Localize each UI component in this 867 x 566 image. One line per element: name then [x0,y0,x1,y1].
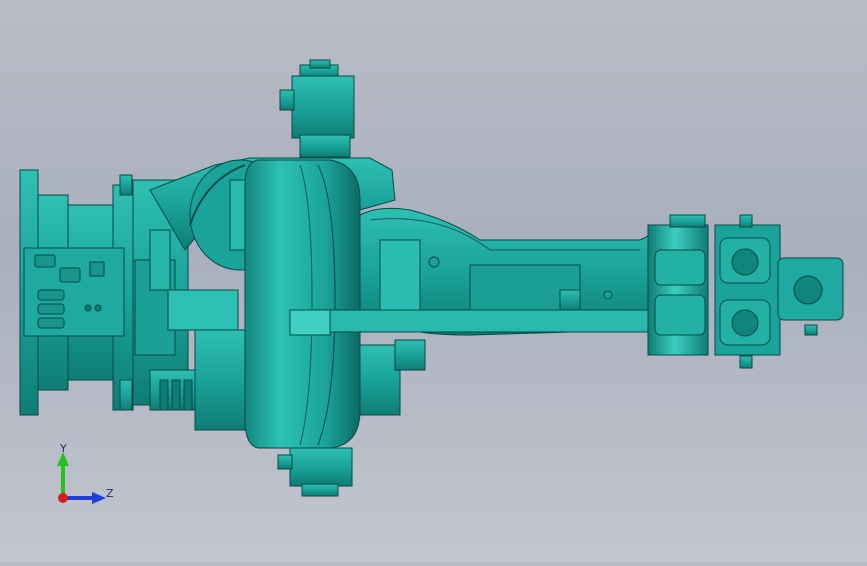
cad-viewport[interactable]: Y Z [0,0,867,562]
bottom-motor [277,447,353,497]
upper-arm [329,207,661,336]
top-motor [279,59,355,158]
x-axis-dot [58,493,68,503]
elbow-joint [647,214,709,356]
wrist-assembly [714,214,844,369]
y-axis-label: Y [59,442,67,455]
base-flange [19,169,134,416]
robot-arm-model[interactable] [0,0,867,562]
z-axis-label: Z [106,487,114,500]
axis-triad: Y Z [57,442,114,504]
